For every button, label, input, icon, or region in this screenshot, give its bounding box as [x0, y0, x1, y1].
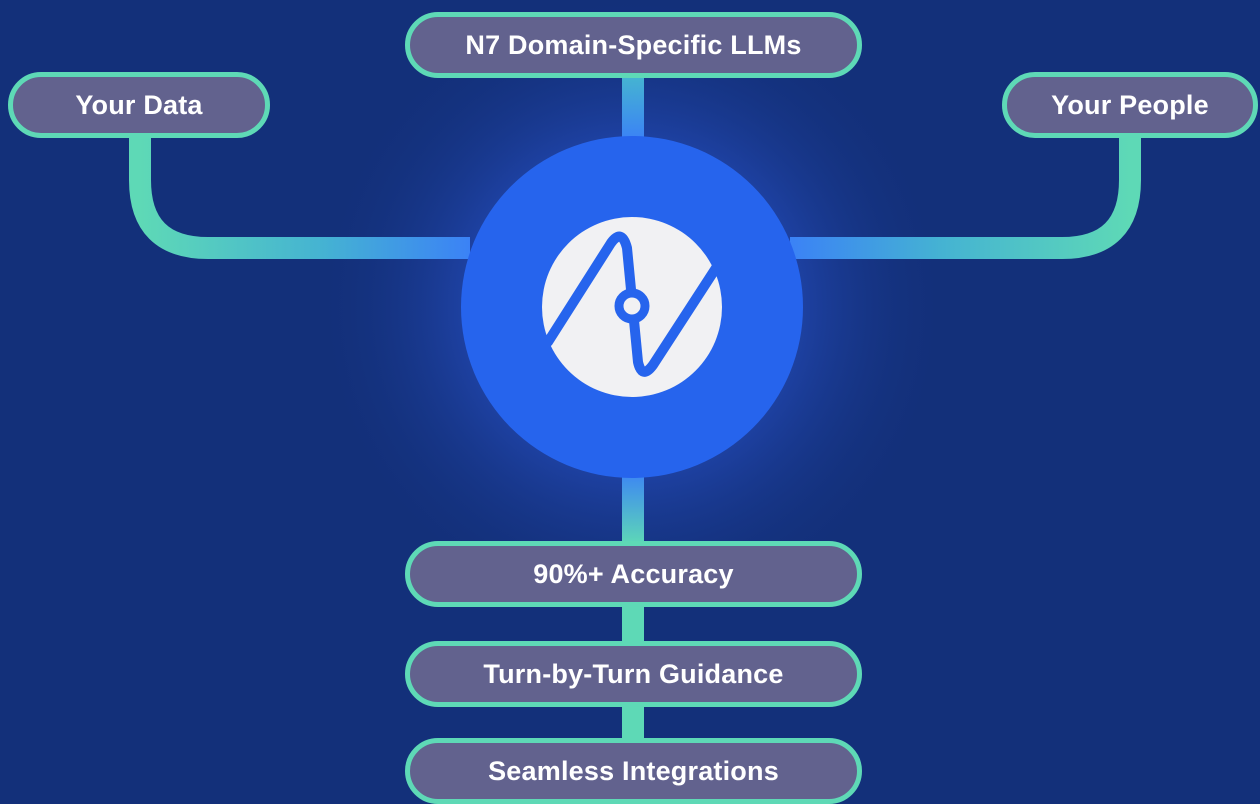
- node-turn-by-turn-guidance: Turn-by-Turn Guidance: [405, 641, 862, 707]
- node-accuracy: 90%+ Accuracy: [405, 541, 862, 607]
- node-your-data: Your Data: [8, 72, 270, 138]
- node-your-people: Your People: [1002, 72, 1258, 138]
- connector-guidance: [622, 604, 644, 646]
- node-domain-specific-llms: N7 Domain-Specific LLMs: [405, 12, 862, 78]
- n7-logo-icon: [542, 217, 722, 397]
- connector-integrations: [622, 704, 644, 742]
- connector-llms: [622, 76, 644, 146]
- node-seamless-integrations: Seamless Integrations: [405, 738, 862, 804]
